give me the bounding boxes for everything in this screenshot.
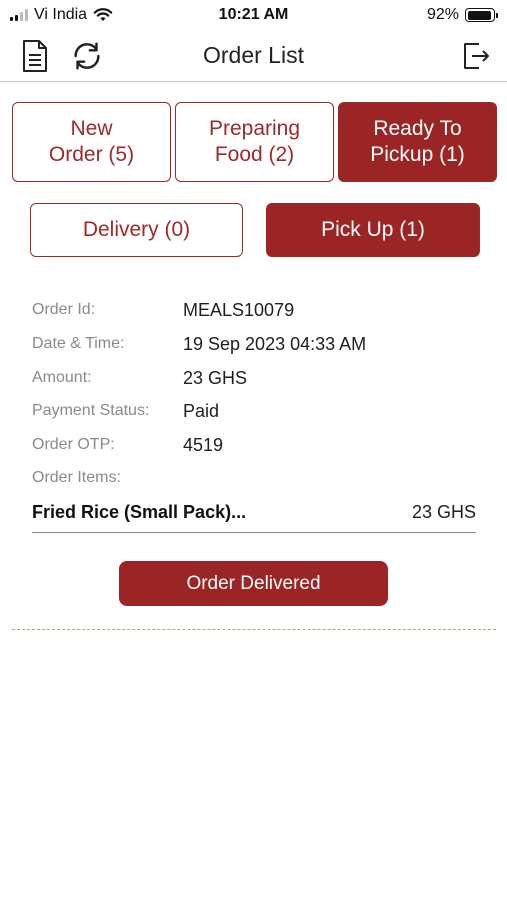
list-item: Fried Rice (Small Pack)... 23 GHS: [32, 498, 476, 526]
status-bar: Vi India 10:21 AM 92%: [0, 0, 507, 30]
page-title: Order List: [203, 42, 304, 68]
amount-value: 23 GHS: [183, 367, 248, 388]
order-items-row: Order Items:: [32, 465, 477, 491]
order-items-label: Order Items:: [32, 469, 121, 486]
order-id-row: Order Id: MEALS10079: [32, 297, 477, 323]
tab-label-line2: Pickup (1): [370, 143, 465, 166]
payment-status-value: Paid: [183, 400, 220, 421]
status-right: 92%: [426, 6, 498, 24]
tab-label-line1: New: [70, 117, 113, 140]
amount-label: Amount:: [32, 369, 92, 386]
nav-bar: Order List: [0, 30, 507, 82]
otp-row: Order OTP: 4519: [32, 432, 477, 458]
tab-label-line2: Food (2): [214, 143, 295, 166]
payment-status-label: Payment Status:: [32, 402, 150, 419]
order-delivered-button[interactable]: Order Delivered: [119, 561, 388, 606]
item-divider: [32, 532, 476, 533]
tab-label-line1: Preparing: [208, 117, 301, 140]
tab-new-order[interactable]: New Order (5): [12, 102, 171, 182]
tab-preparing-food[interactable]: Preparing Food (2): [175, 102, 334, 182]
tab-label-line1: Ready To: [373, 117, 462, 140]
datetime-row: Date & Time: 19 Sep 2023 04:33 AM: [32, 331, 477, 357]
otp-label: Order OTP:: [32, 436, 115, 453]
order-id-label: Order Id:: [32, 301, 96, 318]
item-price: 23 GHS: [411, 501, 476, 522]
dashed-divider: [12, 629, 496, 630]
amount-row: Amount: 23 GHS: [32, 365, 477, 391]
datetime-label: Date & Time:: [32, 335, 125, 352]
order-id-value: MEALS10079: [183, 299, 295, 320]
battery-fill: [467, 10, 491, 20]
logout-icon[interactable]: [459, 38, 493, 74]
battery-percent: 92%: [426, 6, 459, 23]
item-name: Fried Rice (Small Pack)...: [32, 501, 247, 522]
datetime-value: 19 Sep 2023 04:33 AM: [183, 333, 367, 354]
battery-icon: [465, 8, 498, 22]
tab-pick-up[interactable]: Pick Up (1): [266, 203, 480, 257]
tab-label-line2: Order (5): [48, 143, 135, 166]
tab-ready-to-pickup[interactable]: Ready To Pickup (1): [338, 102, 497, 182]
otp-value: 4519: [183, 434, 224, 455]
tab-delivery[interactable]: Delivery (0): [30, 203, 243, 257]
payment-status-row: Payment Status: Paid: [32, 398, 477, 424]
